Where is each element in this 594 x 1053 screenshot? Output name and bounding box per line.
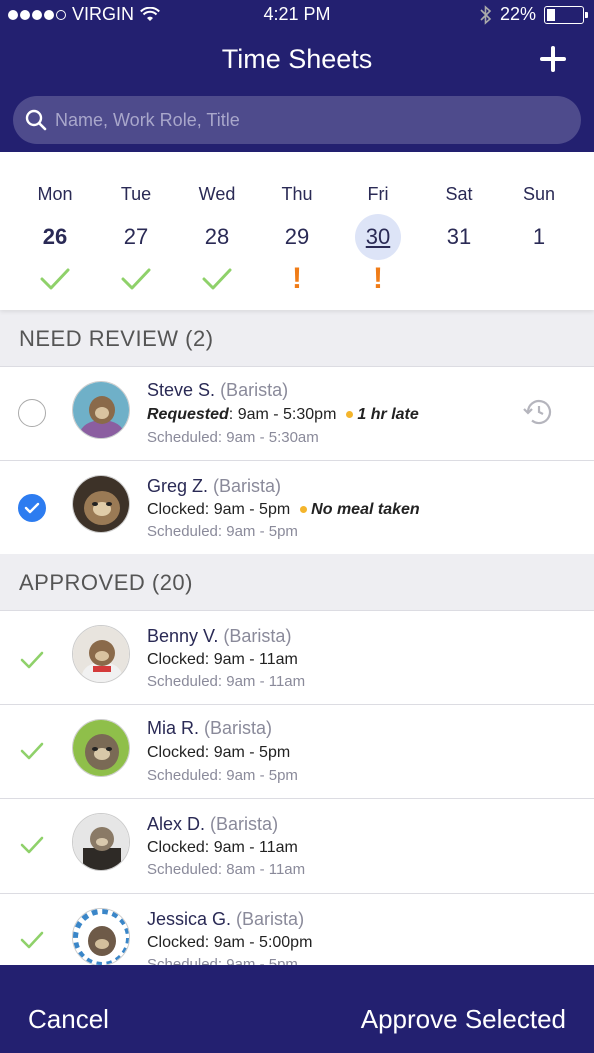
warning-dot-icon (300, 505, 308, 513)
day-date: 1 (532, 224, 546, 249)
clocked-time: Clocked: 9am - 5:00pm (147, 934, 313, 951)
timesheet-row[interactable]: Benny V. (Barista) Clocked: 9am - 11am S… (0, 610, 594, 704)
section-header-need-review: NEED REVIEW (2) (19, 326, 214, 351)
employee-role: (Barista) (204, 718, 273, 738)
scheduled-time: Scheduled: 9am - 5pm (147, 956, 298, 965)
calendar-day-thu[interactable]: Thu 29 ! (257, 152, 337, 310)
calendar-day-tue[interactable]: Tue 27 (96, 152, 176, 310)
approved-check-icon (20, 651, 44, 669)
day-name: Thu (281, 184, 313, 204)
timesheet-row[interactable]: Greg Z. (Barista) Clocked: 9am - 5pm No m… (0, 460, 594, 554)
approved-check-icon (20, 742, 44, 760)
clocked-time: Clocked: 9am - 11am (147, 839, 298, 856)
scheduled-time: Scheduled: 9am - 5pm (147, 523, 298, 540)
check-icon (24, 502, 40, 514)
bluetooth-icon (480, 4, 492, 25)
clocked-time: Clocked: 9am - 5pm (147, 501, 291, 518)
request-label: Requested (147, 406, 229, 423)
employee-name: Benny V. (147, 626, 219, 646)
check-icon (202, 268, 232, 290)
timesheet-row[interactable]: Jessica G. (Barista) Clocked: 9am - 5:00… (0, 893, 594, 965)
employee-name: Alex D. (147, 814, 206, 834)
calendar-day-fri[interactable]: Fri 30 ! (338, 152, 418, 310)
timesheet-row[interactable]: Mia R. (Barista) Clocked: 9am - 5pm Sche… (0, 704, 594, 798)
day-name: Tue (120, 184, 152, 204)
flag-text: No meal taken (311, 501, 420, 518)
scheduled-time: Scheduled: 8am - 11am (147, 861, 306, 878)
calendar-day-wed[interactable]: Wed 28 (177, 152, 257, 310)
employee-name: Steve S. (147, 380, 216, 400)
warning-dot-icon (346, 410, 354, 418)
battery-icon (544, 5, 588, 24)
section-header-approved: APPROVED (20) (19, 570, 193, 595)
approve-selected-button[interactable]: Approve Selected (361, 965, 566, 1053)
search-input[interactable] (55, 109, 535, 131)
employee-role: (Barista) (213, 476, 282, 496)
clocked-time: Clocked: 9am - 11am (147, 651, 298, 668)
day-name: Mon (37, 184, 73, 204)
day-date: 26 (42, 224, 68, 249)
employee-name: Greg Z. (147, 476, 209, 496)
request-time: : 9am - 5:30pm (228, 406, 337, 423)
clocked-time: Clocked: 9am - 5pm (147, 744, 291, 761)
scheduled-time: Scheduled: 9am - 5:30am (147, 429, 319, 446)
calendar-day-sat[interactable]: Sat 31 (419, 152, 499, 310)
day-date: 28 (204, 224, 230, 249)
employee-role: (Barista) (210, 814, 279, 834)
search-icon (25, 109, 47, 131)
avatar (72, 381, 130, 439)
select-checkbox[interactable] (18, 399, 46, 427)
employee-name: Mia R. (147, 718, 200, 738)
employee-role: (Barista) (220, 380, 289, 400)
scheduled-time: Scheduled: 9am - 11am (147, 673, 306, 690)
action-bar: Cancel Approve Selected (0, 965, 594, 1053)
avatar (72, 625, 130, 683)
day-name: Wed (198, 184, 236, 204)
alert-icon: ! (292, 262, 302, 295)
employee-role: (Barista) (236, 909, 305, 929)
timesheet-row[interactable]: Alex D. (Barista) Clocked: 9am - 11am Sc… (0, 798, 594, 893)
week-calendar: Mon 26 Tue 27 Wed 28 Thu 29 ! Fri 30 ! S… (0, 152, 594, 310)
approved-check-icon (20, 931, 44, 949)
cancel-button[interactable]: Cancel (28, 965, 109, 1053)
history-icon[interactable] (522, 397, 554, 427)
flag-text: 1 hr late (357, 406, 419, 423)
calendar-day-sun[interactable]: Sun 1 (499, 152, 579, 310)
search-bar[interactable] (13, 96, 581, 144)
day-name: Sun (522, 184, 556, 204)
day-date: 29 (284, 224, 310, 249)
alert-icon: ! (373, 262, 383, 295)
scheduled-time: Scheduled: 9am - 5pm (147, 767, 298, 784)
employee-name: Jessica G. (147, 909, 232, 929)
avatar (72, 719, 130, 777)
check-icon (40, 268, 70, 290)
day-date: 31 (446, 224, 472, 249)
day-date: 27 (123, 224, 149, 249)
timesheet-row[interactable]: Steve S. (Barista) Requested: 9am - 5:30… (0, 366, 594, 460)
battery-percent: 22% (499, 4, 536, 24)
day-name: Fri (367, 184, 389, 204)
page-title: Time Sheets (221, 44, 373, 74)
avatar (72, 475, 130, 533)
employee-role: (Barista) (223, 626, 292, 646)
check-icon (121, 268, 151, 290)
status-bar: VIRGIN 4:21 PM 22% (0, 0, 594, 30)
avatar (72, 813, 130, 871)
approved-check-icon (20, 836, 44, 854)
select-checkbox-checked[interactable] (18, 494, 46, 522)
add-icon[interactable] (538, 44, 568, 74)
calendar-day-mon[interactable]: Mon 26 (15, 152, 95, 310)
avatar (72, 908, 130, 965)
day-date-selected: 30 (355, 214, 401, 260)
day-name: Sat (445, 184, 473, 204)
app-header: VIRGIN 4:21 PM 22% Time Sheets (0, 0, 594, 152)
